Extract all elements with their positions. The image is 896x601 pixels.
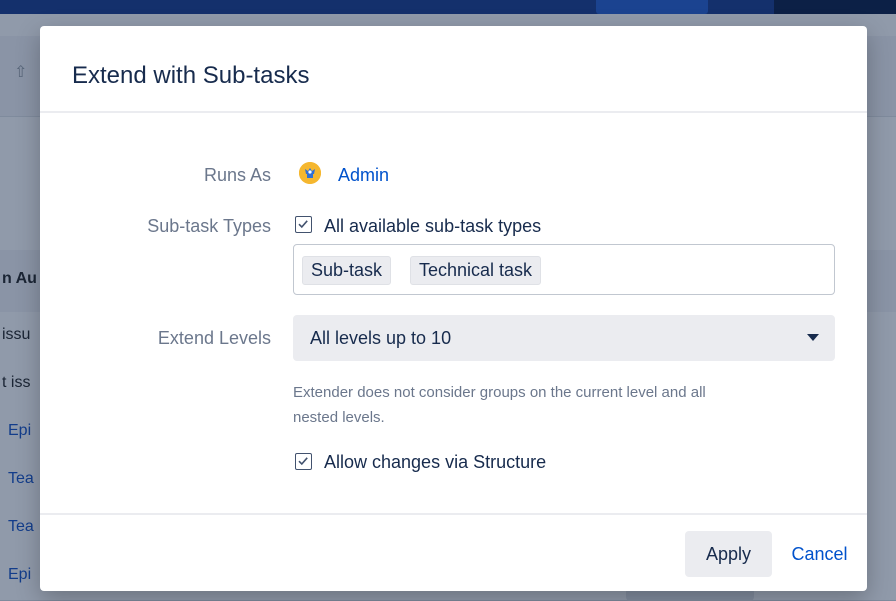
all-subtask-types-label[interactable]: All available sub-task types xyxy=(324,215,541,237)
subtask-types-multiselect[interactable]: Sub-task Technical task xyxy=(293,244,835,295)
user-avatar-icon xyxy=(299,162,321,184)
tag-sub-task[interactable]: Sub-task xyxy=(302,256,392,285)
helper-line-2: nested levels. xyxy=(293,409,385,426)
checkmark-icon xyxy=(298,457,308,466)
extend-subtasks-dialog: Extend with Sub-tasks Runs As Admin Sub-… xyxy=(40,26,867,591)
extend-levels-select[interactable]: All levels up to 10 xyxy=(293,315,835,361)
tag-technical-task[interactable]: Technical task xyxy=(410,256,542,285)
dialog-title: Extend with Sub-tasks xyxy=(72,62,310,89)
allow-changes-label[interactable]: Allow changes via Structure xyxy=(324,451,546,473)
extend-levels-value: All levels up to 10 xyxy=(310,328,452,348)
cancel-button[interactable]: Cancel xyxy=(782,531,857,577)
extend-levels-helper-text: Extender does not consider groups on the… xyxy=(293,380,823,430)
helper-line-1: Extender does not consider groups on the… xyxy=(293,384,706,401)
runs-as-user-link[interactable]: Admin xyxy=(338,164,389,186)
subtask-types-label: Sub-task Types xyxy=(147,216,271,236)
caret-down-icon xyxy=(807,334,819,341)
checkmark-icon xyxy=(298,220,308,229)
runs-as-label: Runs As xyxy=(203,165,271,185)
extend-levels-label: Extend Levels xyxy=(157,328,271,348)
all-subtask-types-checkbox[interactable] xyxy=(295,216,312,233)
apply-button[interactable]: Apply xyxy=(685,531,772,577)
allow-changes-checkbox[interactable] xyxy=(295,453,312,470)
dialog-header: Extend with Sub-tasks xyxy=(40,26,867,113)
